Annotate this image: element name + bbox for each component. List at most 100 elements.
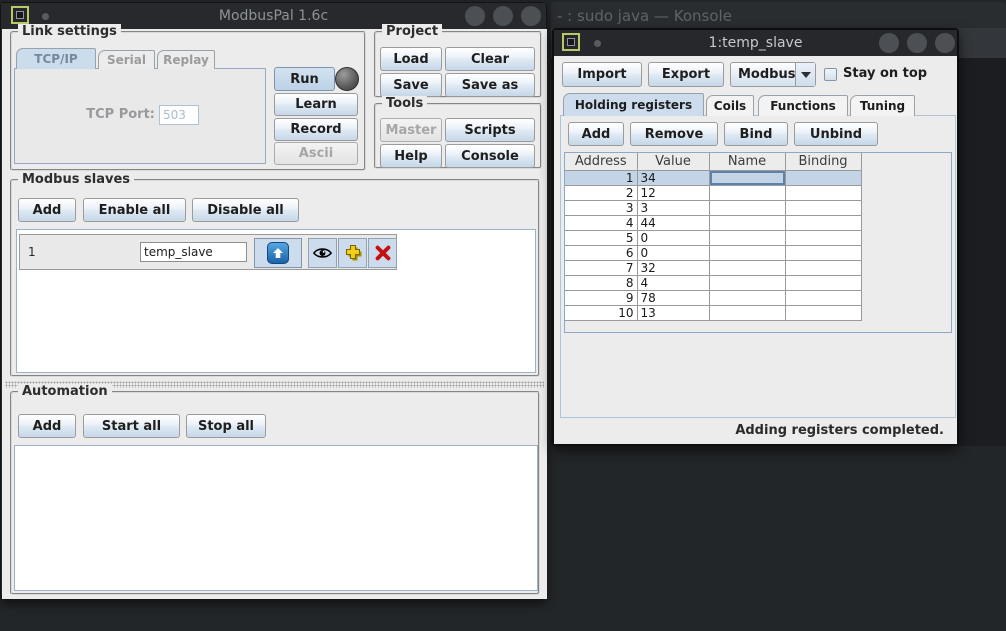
- console-button[interactable]: Console: [445, 144, 535, 168]
- cell-name[interactable]: [709, 260, 785, 275]
- cell-address[interactable]: 4: [565, 215, 637, 230]
- slave-name-field[interactable]: [140, 242, 247, 262]
- cell-address[interactable]: 1: [565, 170, 637, 185]
- cell-value[interactable]: 0: [637, 245, 709, 260]
- slave-enable-toggle[interactable]: [254, 238, 302, 268]
- registers-scrollpane[interactable]: Address Value Name Binding 1 34 2 12: [564, 152, 952, 333]
- cell-binding[interactable]: [785, 245, 861, 260]
- clear-button[interactable]: Clear: [445, 47, 535, 71]
- cell-name[interactable]: [709, 215, 785, 230]
- register-remove-button[interactable]: Remove: [630, 122, 718, 146]
- register-add-button[interactable]: Add: [568, 122, 624, 146]
- tab-serial[interactable]: Serial: [98, 50, 155, 69]
- save-button[interactable]: Save: [380, 73, 442, 97]
- table-row[interactable]: 6 0: [565, 245, 861, 260]
- slave-duplicate-button[interactable]: [338, 238, 367, 268]
- scripts-button[interactable]: Scripts: [445, 118, 535, 142]
- register-unbind-button[interactable]: Unbind: [794, 122, 878, 146]
- col-header-value[interactable]: Value: [637, 153, 709, 170]
- table-row[interactable]: 2 12: [565, 185, 861, 200]
- cell-name[interactable]: [709, 245, 785, 260]
- help-button[interactable]: Help: [380, 144, 442, 168]
- table-row[interactable]: 1 34: [565, 170, 861, 185]
- window-control-minimize[interactable]: [879, 33, 899, 53]
- col-header-name[interactable]: Name: [709, 153, 785, 170]
- cell-value[interactable]: 4: [637, 275, 709, 290]
- table-row[interactable]: 9 78: [565, 290, 861, 305]
- table-row[interactable]: 7 32: [565, 260, 861, 275]
- learn-button[interactable]: Learn: [274, 93, 358, 116]
- register-bind-button[interactable]: Bind: [724, 122, 788, 146]
- cell-address[interactable]: 8: [565, 275, 637, 290]
- cell-value[interactable]: 32: [637, 260, 709, 275]
- slave-add-button[interactable]: Add: [18, 198, 76, 222]
- cell-binding[interactable]: [785, 170, 861, 185]
- automation-add-button[interactable]: Add: [18, 414, 76, 438]
- col-header-address[interactable]: Address: [565, 153, 637, 170]
- modbus-mode-combo[interactable]: Modbus: [730, 62, 816, 87]
- cell-value[interactable]: 0: [637, 230, 709, 245]
- cell-name[interactable]: [709, 230, 785, 245]
- start-all-button[interactable]: Start all: [83, 414, 180, 438]
- cell-address[interactable]: 10: [565, 305, 637, 320]
- cell-address[interactable]: 2: [565, 185, 637, 200]
- cell-name[interactable]: [709, 275, 785, 290]
- cell-value[interactable]: 44: [637, 215, 709, 230]
- cell-address[interactable]: 7: [565, 260, 637, 275]
- cell-binding[interactable]: [785, 230, 861, 245]
- stay-on-top-checkbox[interactable]: [824, 68, 837, 81]
- tab-functions[interactable]: Functions: [758, 95, 848, 116]
- cell-name[interactable]: [709, 185, 785, 200]
- disable-all-button[interactable]: Disable all: [192, 198, 299, 222]
- window-control-maximize[interactable]: [907, 33, 927, 53]
- cell-value[interactable]: 3: [637, 200, 709, 215]
- run-button[interactable]: Run: [274, 67, 335, 91]
- enable-all-button[interactable]: Enable all: [83, 198, 186, 222]
- table-row[interactable]: 10 13: [565, 305, 861, 320]
- tab-holding-registers[interactable]: Holding registers: [563, 93, 704, 116]
- table-row[interactable]: 5 0: [565, 230, 861, 245]
- cell-binding[interactable]: [785, 215, 861, 230]
- tab-tuning[interactable]: Tuning: [850, 95, 915, 116]
- cell-address[interactable]: 5: [565, 230, 637, 245]
- cell-name[interactable]: [709, 200, 785, 215]
- tcp-port-field[interactable]: [159, 105, 199, 125]
- cell-address[interactable]: 6: [565, 245, 637, 260]
- window-control-close[interactable]: [935, 33, 955, 53]
- cell-address[interactable]: 3: [565, 200, 637, 215]
- table-row[interactable]: 4 44: [565, 215, 861, 230]
- export-button[interactable]: Export: [648, 62, 724, 87]
- konsole-titlebar[interactable]: - : sudo java — Konsole: [551, 2, 1006, 28]
- window-control-close[interactable]: [521, 6, 541, 26]
- slave-view-button[interactable]: [308, 238, 337, 268]
- cell-value[interactable]: 13: [637, 305, 709, 320]
- tab-coils[interactable]: Coils: [706, 95, 754, 116]
- cell-binding[interactable]: [785, 200, 861, 215]
- cell-name[interactable]: [709, 290, 785, 305]
- cell-value[interactable]: 78: [637, 290, 709, 305]
- import-button[interactable]: Import: [562, 62, 642, 87]
- cell-binding[interactable]: [785, 185, 861, 200]
- cell-address[interactable]: 9: [565, 290, 637, 305]
- table-row[interactable]: 8 4: [565, 275, 861, 290]
- table-row[interactable]: 3 3: [565, 200, 861, 215]
- window-control-minimize[interactable]: [465, 6, 485, 26]
- cell-name[interactable]: [709, 305, 785, 320]
- cell-value[interactable]: 34: [637, 170, 709, 185]
- cell-name-focused[interactable]: [709, 170, 785, 185]
- stop-all-button[interactable]: Stop all: [186, 414, 266, 438]
- tab-replay[interactable]: Replay: [157, 50, 215, 69]
- record-button[interactable]: Record: [274, 118, 358, 141]
- cell-binding[interactable]: [785, 260, 861, 275]
- chevron-down-icon[interactable]: [795, 63, 815, 86]
- col-header-binding[interactable]: Binding: [785, 153, 861, 170]
- load-button[interactable]: Load: [380, 47, 442, 71]
- tab-tcpip[interactable]: TCP/IP: [16, 48, 96, 69]
- slave-delete-button[interactable]: [368, 238, 397, 268]
- cell-binding[interactable]: [785, 275, 861, 290]
- window-control-maximize[interactable]: [493, 6, 513, 26]
- slave-titlebar[interactable]: 1:temp_slave: [554, 30, 957, 56]
- cell-binding[interactable]: [785, 290, 861, 305]
- cell-binding[interactable]: [785, 305, 861, 320]
- save-as-button[interactable]: Save as: [445, 73, 535, 97]
